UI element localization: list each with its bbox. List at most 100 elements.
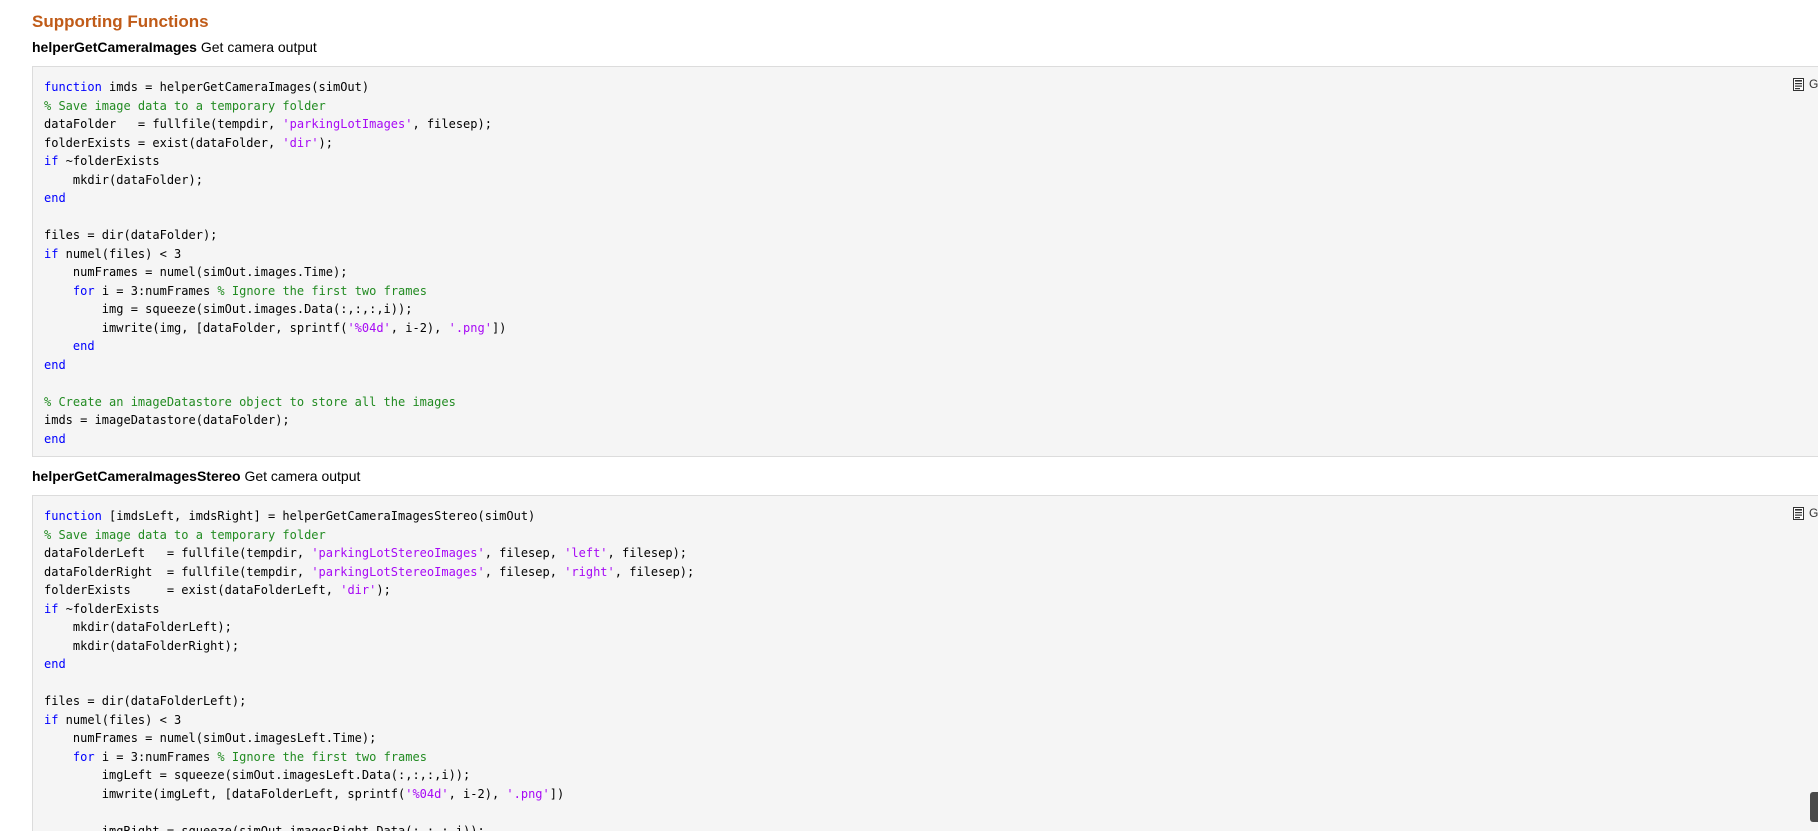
code-token: if xyxy=(44,154,59,168)
code-line: end xyxy=(44,356,506,375)
code-token: , i-2), xyxy=(390,320,449,335)
code-line: if ~folderExists xyxy=(44,600,694,619)
code-line: % Save image data to a temporary folder xyxy=(44,97,506,116)
code-token: % Create an imageDatastore object to sto… xyxy=(44,394,456,409)
code-block[interactable]: function [imdsLeft, imdsRight] = helperG… xyxy=(32,495,1818,831)
code-line: files = dir(dataFolderLeft); xyxy=(44,692,694,711)
code-line: imwrite(imgLeft, [dataFolderLeft, sprint… xyxy=(44,785,694,804)
code-token: '%04d' xyxy=(347,320,391,335)
code-line: numFrames = numel(simOut.imagesLeft.Time… xyxy=(44,729,694,748)
code-line: end xyxy=(44,430,506,449)
code-token: 'dir' xyxy=(282,135,319,150)
code-token: end xyxy=(44,657,66,671)
code-token: imwrite(imgLeft, [dataFolderLeft, sprint… xyxy=(44,786,406,801)
code-token: end xyxy=(44,431,66,446)
code-token: 'parkingLotStereoImages' xyxy=(311,564,485,579)
code-line: for i = 3:numFrames % Ignore the first t… xyxy=(44,282,506,301)
documentation-page: Supporting Functions helperGetCameraImag… xyxy=(0,0,1818,831)
code-line: imgRight = squeeze(simOut.imagesRight.Da… xyxy=(44,822,694,831)
function-name: helperGetCameraImagesStereo xyxy=(32,468,241,484)
code-line: % Save image data to a temporary folder xyxy=(44,526,694,545)
code-line: folderExists = exist(dataFolderLeft, 'di… xyxy=(44,581,694,600)
code-token: ~folderExists xyxy=(58,154,160,168)
code-token: function xyxy=(44,509,102,523)
code-line: dataFolderLeft = fullfile(tempdir, 'park… xyxy=(44,544,694,563)
code-token: , i-2), xyxy=(448,786,507,801)
function-header: helperGetCameraImagesStereo Get camera o… xyxy=(32,467,360,485)
code-token: '.png' xyxy=(448,320,492,335)
code-line: folderExists = exist(dataFolder, 'dir'); xyxy=(44,134,506,153)
code-token: if xyxy=(44,246,59,261)
code-token: '.png' xyxy=(506,786,550,801)
code-token: dataFolderLeft = fullfile(tempdir, xyxy=(44,546,312,560)
code-token: ); xyxy=(318,135,333,150)
get-code-label: Ge xyxy=(1808,506,1818,520)
code-line: imgLeft = squeeze(simOut.imagesLeft.Data… xyxy=(44,766,694,785)
function-name: helperGetCameraImages xyxy=(32,39,197,55)
code-line: mkdir(dataFolderRight); xyxy=(44,637,694,656)
code-token: imds = helperGetCameraImages(simOut) xyxy=(101,80,370,94)
code-token: i = 3:numFrames xyxy=(94,283,218,298)
code-line: end xyxy=(44,337,506,356)
code-line: end xyxy=(44,189,506,208)
code-token: 'right' xyxy=(564,564,615,579)
code-line: if numel(files) < 3 xyxy=(44,711,694,730)
code-token: numFrames = numel(simOut.imagesLeft.Time… xyxy=(44,731,377,745)
code-token: % Ignore the first two frames xyxy=(217,283,427,298)
code-listing[interactable]: function [imdsLeft, imdsRight] = helperG… xyxy=(44,507,694,831)
code-token: % Save image data to a temporary folder xyxy=(44,98,326,113)
function-description: Get camera output xyxy=(244,468,361,484)
document-icon xyxy=(1792,506,1805,520)
code-line: numFrames = numel(simOut.images.Time); xyxy=(44,263,506,282)
code-token: , filesep, xyxy=(484,546,565,560)
scrollbar-thumb[interactable] xyxy=(1810,792,1818,822)
code-token: , filesep); xyxy=(607,546,688,560)
code-line: mkdir(dataFolderLeft); xyxy=(44,618,694,637)
code-block[interactable]: function imds = helperGetCameraImages(si… xyxy=(32,66,1818,457)
code-token: img = squeeze(simOut.images.Data(:,:,:,i… xyxy=(44,302,413,316)
code-token: end xyxy=(44,191,66,205)
code-line: img = squeeze(simOut.images.Data(:,:,:,i… xyxy=(44,300,506,319)
code-token: dataFolderRight = fullfile(tempdir, xyxy=(44,564,312,579)
code-line: for i = 3:numFrames % Ignore the first t… xyxy=(44,748,694,767)
code-token: numel(files) < 3 xyxy=(58,246,182,261)
get-code-button[interactable]: Ge xyxy=(1792,506,1818,520)
code-line: dataFolderRight = fullfile(tempdir, 'par… xyxy=(44,563,694,582)
code-token: files = dir(dataFolder); xyxy=(44,228,218,242)
code-listing[interactable]: function imds = helperGetCameraImages(si… xyxy=(44,78,506,448)
code-token: mkdir(dataFolderLeft); xyxy=(44,620,232,634)
code-token: dataFolder = fullfile(tempdir, xyxy=(44,117,283,131)
code-line: files = dir(dataFolder); xyxy=(44,226,506,245)
code-token: 'dir' xyxy=(340,583,377,597)
code-token: % Save image data to a temporary folder xyxy=(44,527,326,542)
code-line: mkdir(dataFolder); xyxy=(44,171,506,190)
code-line: % Create an imageDatastore object to sto… xyxy=(44,393,506,412)
code-token: imds = imageDatastore(dataFolder); xyxy=(44,413,290,427)
code-token: imgRight = squeeze(simOut.imagesRight.Da… xyxy=(44,823,485,831)
get-code-button[interactable]: Ge xyxy=(1792,77,1818,91)
code-token: for xyxy=(72,749,95,764)
code-token: i = 3:numFrames xyxy=(94,749,218,764)
code-token: [imdsLeft, imdsRight] = helperGetCameraI… xyxy=(101,509,536,523)
code-token: imwrite(img, [dataFolder, sprintf( xyxy=(44,320,348,335)
code-token: folderExists = exist(dataFolder, xyxy=(44,135,283,150)
code-token: ]) xyxy=(491,320,507,335)
code-token: '%04d' xyxy=(405,786,449,801)
code-token: mkdir(dataFolderRight); xyxy=(44,638,240,653)
code-token: , filesep); xyxy=(412,117,492,131)
code-token: end xyxy=(72,339,95,353)
code-token: % Ignore the first two frames xyxy=(217,749,427,764)
code-token: function xyxy=(44,80,102,94)
code-line: function imds = helperGetCameraImages(si… xyxy=(44,78,506,97)
code-token: 'parkingLotImages' xyxy=(282,117,413,131)
code-token: imgLeft = squeeze(simOut.imagesLeft.Data… xyxy=(44,768,471,782)
section-title: Supporting Functions xyxy=(32,12,209,31)
code-token: for xyxy=(72,283,95,298)
code-line: imwrite(img, [dataFolder, sprintf('%04d'… xyxy=(44,319,507,338)
function-description: Get camera output xyxy=(200,39,317,55)
code-token: 'left' xyxy=(564,546,608,560)
